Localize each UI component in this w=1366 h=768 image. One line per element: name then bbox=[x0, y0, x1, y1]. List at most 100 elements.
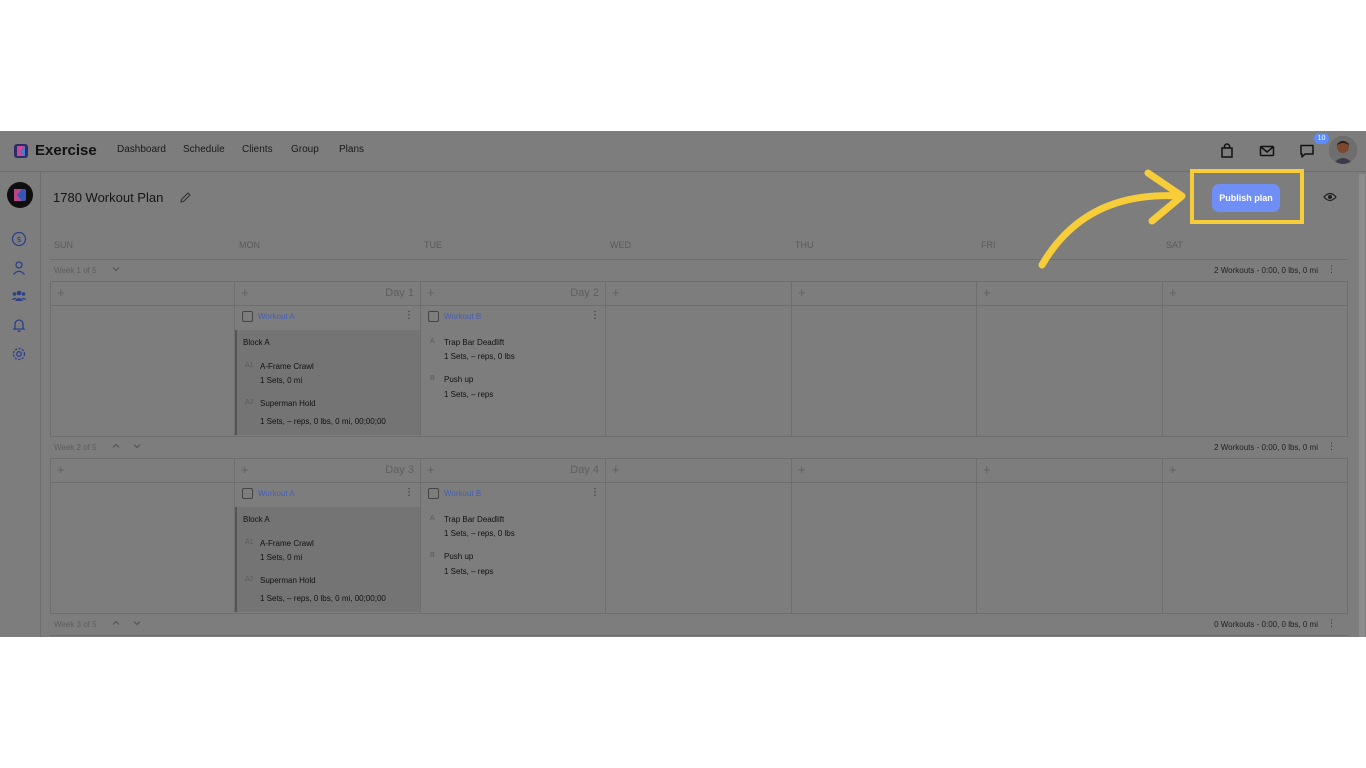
day-cell-header: + bbox=[50, 282, 235, 306]
exercise-label: A1 bbox=[245, 539, 254, 546]
sidebar: $ bbox=[0, 172, 41, 637]
add-icon[interactable]: + bbox=[427, 462, 435, 477]
workspace-logo-icon[interactable] bbox=[6, 181, 34, 209]
brand-name[interactable]: Exercise bbox=[35, 142, 97, 159]
exercise-label: A bbox=[430, 515, 435, 522]
chevron-down-icon[interactable] bbox=[111, 264, 121, 274]
bell-icon[interactable] bbox=[11, 317, 27, 333]
kebab-icon[interactable]: ⋮ bbox=[1327, 441, 1336, 452]
pencil-icon[interactable] bbox=[179, 191, 192, 204]
week-summary: 2 Workouts - 0:00, 0 lbs, 0 mi bbox=[1214, 266, 1318, 275]
kebab-icon[interactable]: ⋮ bbox=[590, 310, 600, 321]
day-header-sun: SUN bbox=[54, 240, 74, 250]
week-label: Week 1 of 5 bbox=[54, 266, 97, 275]
week-label: Week 2 of 5 bbox=[54, 443, 97, 452]
exercise-name: Push up bbox=[444, 552, 474, 561]
exercise-detail: 1 Sets, 0 mi bbox=[260, 376, 303, 385]
day-cell bbox=[977, 483, 1163, 613]
workout-checkbox[interactable] bbox=[428, 488, 439, 499]
day-cell-header: + bbox=[606, 282, 792, 306]
day-number: Day 2 bbox=[570, 287, 599, 299]
add-icon[interactable]: + bbox=[612, 462, 620, 477]
add-icon[interactable]: + bbox=[983, 285, 991, 300]
kebab-icon[interactable]: ⋮ bbox=[404, 310, 414, 321]
exercise-detail: 1 Sets, – reps, 0 lbs, 0 mi, 00;00;00 bbox=[260, 594, 386, 603]
add-icon[interactable]: + bbox=[612, 285, 620, 300]
exercise-detail: 1 Sets, – reps, 0 lbs bbox=[444, 352, 515, 361]
day-cell bbox=[1163, 306, 1348, 436]
nav-dashboard[interactable]: Dashboard bbox=[117, 144, 166, 155]
gear-icon[interactable] bbox=[11, 346, 27, 362]
block-title: Block A bbox=[243, 338, 270, 347]
kebab-icon[interactable]: ⋮ bbox=[1327, 264, 1336, 275]
group-icon[interactable] bbox=[11, 288, 27, 304]
exercise-name: A-Frame Crawl bbox=[260, 362, 314, 371]
mail-icon[interactable] bbox=[1258, 142, 1276, 160]
chevron-up-icon[interactable] bbox=[111, 618, 121, 628]
workout-checkbox[interactable] bbox=[242, 488, 253, 499]
add-icon[interactable]: + bbox=[241, 285, 249, 300]
workout-checkbox[interactable] bbox=[428, 311, 439, 322]
kebab-icon[interactable]: ⋮ bbox=[590, 487, 600, 498]
block-area: Block A A1 A-Frame Crawl 1 Sets, 0 mi A2… bbox=[235, 507, 420, 612]
user-icon[interactable] bbox=[11, 260, 27, 276]
workout-checkbox[interactable] bbox=[242, 311, 253, 322]
app-screenshot: Exercise Dashboard Schedule Clients Grou… bbox=[0, 131, 1366, 637]
dollar-icon[interactable]: $ bbox=[11, 231, 27, 247]
day-cell-header: + bbox=[792, 282, 977, 306]
chevron-down-icon[interactable] bbox=[132, 618, 142, 628]
day-cell-header: + bbox=[792, 459, 977, 483]
workout-name[interactable]: Workout A bbox=[258, 312, 295, 321]
arrow-annotation bbox=[1038, 169, 1186, 269]
week-summary: 0 Workouts - 0:00, 0 lbs, 0 mi bbox=[1214, 620, 1318, 629]
add-icon[interactable]: + bbox=[241, 462, 249, 477]
nav-plans[interactable]: Plans bbox=[339, 144, 364, 155]
add-icon[interactable]: + bbox=[1169, 285, 1177, 300]
add-icon[interactable]: + bbox=[427, 285, 435, 300]
exercise-label: B bbox=[430, 552, 435, 559]
kebab-icon[interactable]: ⋮ bbox=[1327, 618, 1336, 629]
publish-plan-button[interactable]: Publish plan bbox=[1212, 184, 1280, 212]
day-cell-header: + bbox=[606, 459, 792, 483]
exercise-detail: 1 Sets, 0 mi bbox=[260, 553, 303, 562]
chevron-up-icon[interactable] bbox=[111, 441, 121, 451]
add-icon[interactable]: + bbox=[983, 462, 991, 477]
scrollbar[interactable] bbox=[1359, 174, 1365, 637]
day-cell-header: + bbox=[977, 282, 1163, 306]
nav-clients[interactable]: Clients bbox=[242, 144, 273, 155]
day-cell: Workout B ⋮ A Trap Bar Deadlift 1 Sets, … bbox=[421, 306, 606, 436]
chat-icon[interactable] bbox=[1298, 142, 1316, 160]
nav-schedule[interactable]: Schedule bbox=[183, 144, 225, 155]
workout-name[interactable]: Workout B bbox=[444, 489, 481, 498]
day-number: Day 3 bbox=[385, 464, 414, 476]
exercise-name: Superman Hold bbox=[260, 399, 316, 408]
logo-icon[interactable] bbox=[13, 143, 29, 159]
exercise-label: A bbox=[430, 338, 435, 345]
add-icon[interactable]: + bbox=[798, 285, 806, 300]
exercise-detail: 1 Sets, – reps bbox=[444, 390, 494, 399]
page-title: 1780 Workout Plan bbox=[53, 190, 164, 205]
day-cell-header: + bbox=[977, 459, 1163, 483]
chevron-down-icon[interactable] bbox=[132, 441, 142, 451]
day-header-thu: THU bbox=[795, 240, 814, 250]
add-icon[interactable]: + bbox=[57, 462, 65, 477]
add-icon[interactable]: + bbox=[57, 285, 65, 300]
exercise-label: B bbox=[430, 375, 435, 382]
workout-name[interactable]: Workout B bbox=[444, 312, 481, 321]
exercise-name: Trap Bar Deadlift bbox=[444, 338, 505, 347]
day-cell: Workout B ⋮ A Trap Bar Deadlift 1 Sets, … bbox=[421, 483, 606, 613]
bag-icon[interactable] bbox=[1218, 142, 1236, 160]
nav-group[interactable]: Group bbox=[291, 144, 319, 155]
exercise-detail: 1 Sets, – reps bbox=[444, 567, 494, 576]
exercise-detail: 1 Sets, – reps, 0 lbs, 0 mi, 00;00;00 bbox=[260, 417, 386, 426]
day-cell bbox=[792, 483, 977, 613]
eye-icon[interactable] bbox=[1323, 191, 1337, 203]
add-icon[interactable]: + bbox=[1169, 462, 1177, 477]
exercise-label: A2 bbox=[245, 576, 254, 583]
kebab-icon[interactable]: ⋮ bbox=[404, 487, 414, 498]
add-icon[interactable]: + bbox=[798, 462, 806, 477]
day-cell-header: + Day 3 bbox=[235, 459, 421, 483]
workout-name[interactable]: Workout A bbox=[258, 489, 295, 498]
block-area: Block A A1 A-Frame Crawl 1 Sets, 0 mi A2… bbox=[235, 330, 420, 435]
avatar[interactable] bbox=[1329, 136, 1357, 164]
